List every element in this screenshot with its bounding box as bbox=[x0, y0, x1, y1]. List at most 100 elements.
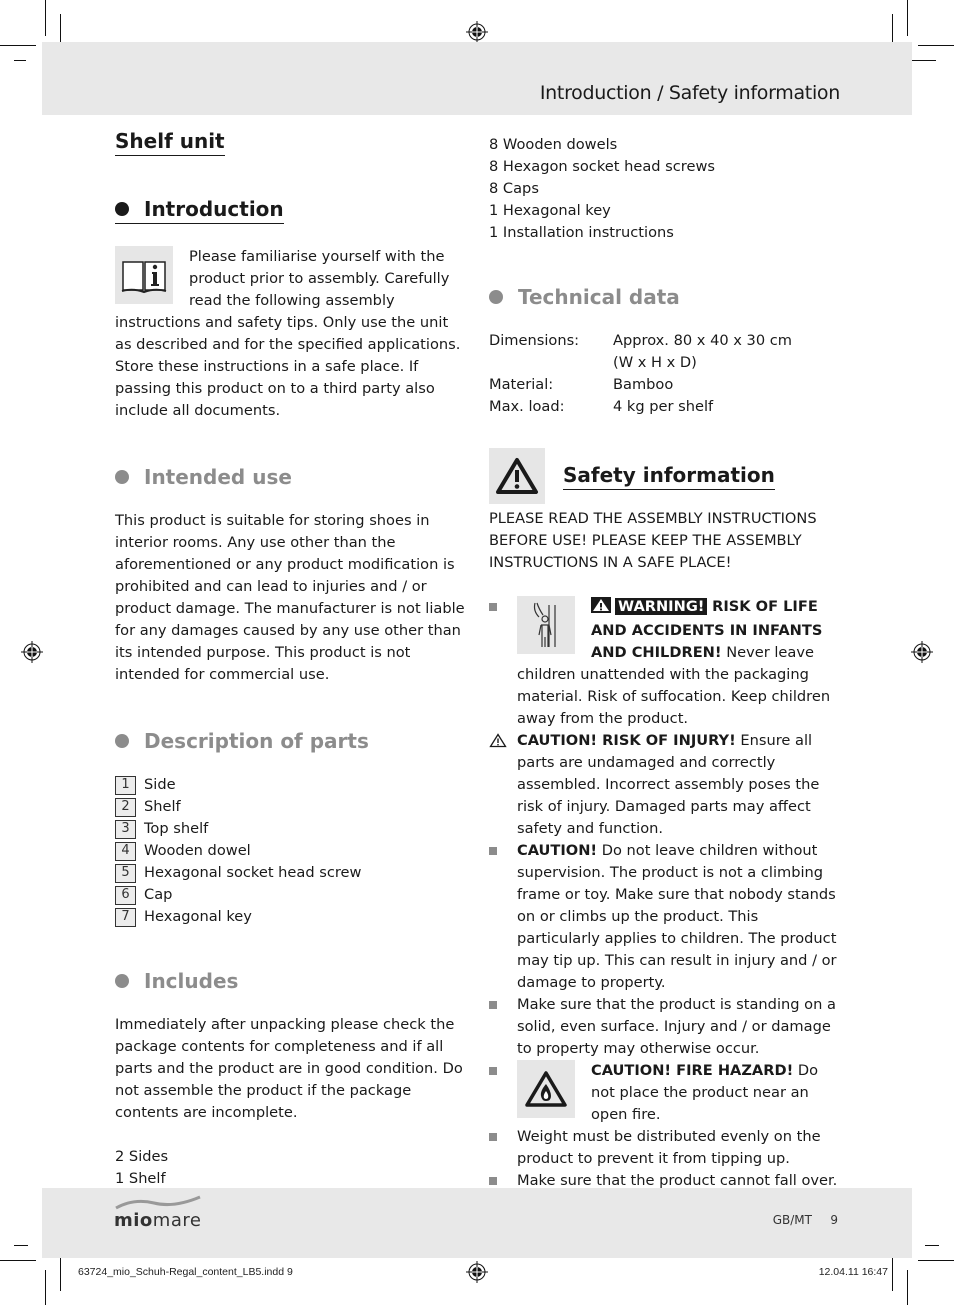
brand-logo: miomare bbox=[114, 1194, 204, 1236]
bullet-text: Make sure that the product cannot fall o… bbox=[517, 1172, 838, 1189]
part-label: Cap bbox=[144, 886, 173, 903]
registration-mark-icon bbox=[911, 641, 933, 663]
part-number: 3 bbox=[115, 819, 136, 839]
bullet-text: Weight must be distributed evenly on the… bbox=[517, 1128, 821, 1167]
list-item: 1 Shelf bbox=[115, 1170, 166, 1187]
warning-triangle-icon bbox=[489, 448, 545, 504]
crop-mark bbox=[925, 1245, 939, 1246]
intended-use-text: This product is suitable for storing sho… bbox=[115, 512, 465, 683]
includes-text: Immediately after unpacking please check… bbox=[115, 1016, 463, 1121]
list-item: 8 Hexagon socket head screws bbox=[489, 158, 716, 175]
includes-list-continued: 8 Wooden dowels 8 Hexagon socket head sc… bbox=[489, 134, 841, 244]
part-label: Top shelf bbox=[144, 820, 209, 837]
bullet-dot-icon bbox=[115, 202, 129, 216]
tech-value: Approx. 80 x 40 x 30 cm bbox=[613, 332, 793, 349]
registration-mark-icon bbox=[466, 21, 488, 43]
print-slug-file: 63724_mio_Schuh-Regal_content_LB5.indd 9 bbox=[78, 1266, 293, 1278]
crop-mark bbox=[907, 0, 908, 36]
technical-data-table: Dimensions: Approx. 80 x 40 x 30 cm (W x… bbox=[489, 330, 841, 418]
section-heading-includes: Includes bbox=[115, 968, 467, 994]
page-title: Introduction / Safety information bbox=[539, 82, 840, 104]
bullet-square-icon bbox=[489, 847, 497, 855]
part-number: 1 bbox=[115, 775, 136, 795]
safety-bullet: CAUTION! Do not leave children without s… bbox=[489, 840, 841, 994]
parts-list: 1 Side 2 Shelf 3 Top shelf 4 Wooden dowel 5H… bbox=[115, 774, 467, 928]
part-label: Side bbox=[144, 776, 176, 793]
list-item: 1 Installation instructions bbox=[489, 224, 674, 241]
heading-text: Description of parts bbox=[144, 729, 369, 753]
brand-rest: mare bbox=[152, 1210, 202, 1231]
info-book-icon bbox=[115, 246, 173, 304]
child-packaging-icon bbox=[517, 596, 575, 654]
bullet-square-icon bbox=[489, 1001, 497, 1009]
heading-text: Introduction bbox=[144, 197, 284, 221]
bullet-bold-text: CAUTION! bbox=[517, 842, 598, 859]
bullet-dot-icon bbox=[489, 290, 503, 304]
bullet-square-icon bbox=[489, 1177, 497, 1185]
bullet-bold-text: CAUTION! FIRE HAZARD! bbox=[591, 1062, 794, 1079]
crop-mark bbox=[0, 45, 36, 46]
part-label: Hexagonal socket head screw bbox=[144, 864, 362, 881]
crop-mark bbox=[45, 0, 46, 36]
print-slug-date: 12.04.11 16:47 bbox=[818, 1266, 888, 1278]
crop-mark bbox=[892, 1257, 893, 1291]
safety-bullet: CAUTION! FIRE HAZARD! Do not place the p… bbox=[489, 1060, 841, 1126]
header-band: Introduction / Safety information bbox=[42, 42, 912, 115]
crop-mark bbox=[60, 1257, 61, 1291]
part-number: 2 bbox=[115, 797, 136, 817]
section-heading-safety-information: Safety information bbox=[563, 462, 775, 490]
brand-bold: mio bbox=[114, 1210, 153, 1231]
list-item: 3 Top shelf bbox=[115, 818, 467, 840]
caution-triangle-icon bbox=[489, 733, 507, 748]
section-heading-technical-data: Technical data bbox=[489, 284, 841, 310]
registration-mark-icon bbox=[21, 641, 43, 663]
bullet-dot-icon bbox=[115, 734, 129, 748]
crop-mark bbox=[45, 1270, 46, 1305]
part-number: 4 bbox=[115, 841, 136, 861]
footer-band: miomare GB/MT 9 bbox=[42, 1188, 912, 1258]
crop-mark bbox=[14, 1245, 28, 1246]
list-item: 7 Hexagonal key bbox=[115, 906, 467, 928]
tech-label: Max. load: bbox=[489, 398, 565, 415]
safety-bullet: WARNING! RISK OF LIFE AND ACCIDENTS IN I… bbox=[489, 596, 841, 730]
bullet-square-icon bbox=[489, 1067, 497, 1075]
heading-text: Technical data bbox=[518, 285, 680, 309]
safety-bullet: Weight must be distributed evenly on the… bbox=[489, 1126, 841, 1170]
bullet-dot-icon bbox=[115, 974, 129, 988]
part-number: 6 bbox=[115, 885, 136, 905]
heading-text: Includes bbox=[144, 969, 239, 993]
part-number: 7 bbox=[115, 907, 136, 927]
warning-label: WARNING! bbox=[615, 598, 708, 615]
list-item: 8 Wooden dowels bbox=[489, 136, 618, 153]
registration-mark-icon bbox=[466, 1261, 488, 1283]
part-label: Shelf bbox=[144, 798, 181, 815]
heading-text: Intended use bbox=[144, 465, 292, 489]
list-item: 1 Side bbox=[115, 774, 467, 796]
wave-icon bbox=[115, 1195, 201, 1210]
page-number: 9 bbox=[830, 1213, 838, 1227]
bullet-bold-text: CAUTION! RISK OF INJURY! bbox=[517, 732, 736, 749]
section-heading-intended-use: Intended use bbox=[115, 464, 467, 490]
tech-label: Material: bbox=[489, 376, 554, 393]
part-label: Hexagonal key bbox=[144, 908, 252, 925]
left-column: Shelf unit Introduction Please familiari… bbox=[115, 128, 467, 1212]
warning-small-icon bbox=[591, 597, 611, 620]
tech-value: (W x H x D) bbox=[613, 354, 697, 371]
crop-mark bbox=[14, 60, 26, 61]
bullet-text: Make sure that the product is standing o… bbox=[517, 996, 836, 1057]
introduction-block: Please familiarise yourself with the pro… bbox=[115, 246, 467, 422]
crop-mark bbox=[918, 1260, 954, 1261]
safety-intro-text: PLEASE READ THE ASSEMBLY INSTRUCTIONS BE… bbox=[489, 510, 817, 571]
list-item: 6 Cap bbox=[115, 884, 467, 906]
tech-label: Dimensions: bbox=[489, 332, 580, 349]
right-column: 8 Wooden dowels 8 Hexagon socket head sc… bbox=[489, 128, 841, 1192]
section-heading-description-of-parts: Description of parts bbox=[115, 728, 467, 754]
crop-mark bbox=[907, 1270, 908, 1305]
safety-heading-row: Safety information bbox=[489, 448, 841, 504]
list-item: 2 Shelf bbox=[115, 796, 467, 818]
part-number: 5 bbox=[115, 863, 136, 883]
document-title: Shelf unit bbox=[115, 128, 225, 156]
tech-value: Bamboo bbox=[613, 376, 674, 393]
list-item: 1 Hexagonal key bbox=[489, 202, 611, 219]
list-item: 4 Wooden dowel bbox=[115, 840, 467, 862]
